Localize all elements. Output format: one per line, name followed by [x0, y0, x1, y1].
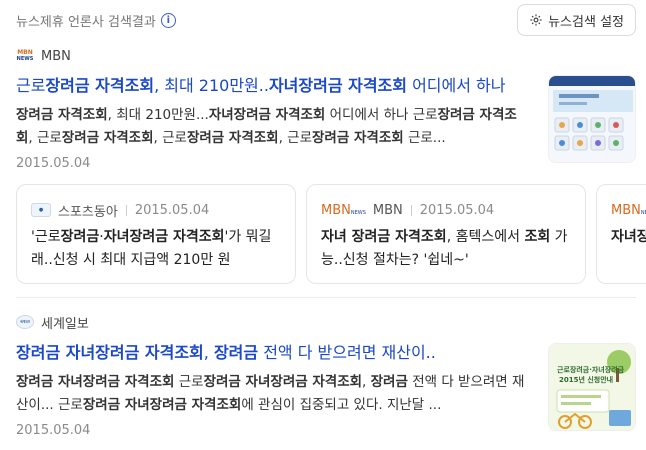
article-summary[interactable]: 장려금 자녀장려금 자격조회 근로장려금 자녀장려금 자격조회, 장려금 전액 … — [16, 371, 531, 417]
article-title[interactable]: 장려금 자녀장려금 자격조회, 장려금 전액 다 받으려면 재산이.. — [16, 341, 536, 365]
mbn-logo-icon: MBNNEWS — [611, 202, 646, 218]
info-icon[interactable]: i — [160, 12, 176, 28]
news-article: 세계일보 세계일보 장려금 자녀장려금 자격조회, 장려금 전액 다 받으려면 … — [16, 313, 636, 438]
highlighted-keyword: 장려금 자격조회 — [186, 130, 279, 146]
highlighted-keyword: 자녀장려금 — [611, 229, 646, 245]
text-segment: , 홈텍스에서 — [446, 229, 525, 245]
highlighted-keyword: 장려금 자녀장려금 자격조회 — [16, 343, 204, 362]
press-info[interactable]: MBN NEWS MBN — [16, 47, 636, 65]
sportsdonga-logo-icon: ● — [31, 203, 51, 217]
news-search-settings-button[interactable]: 뉴스검색 설정 — [517, 4, 636, 36]
highlighted-keyword: 장려금 자격조회 — [45, 76, 155, 95]
text-segment: , — [362, 374, 371, 390]
article-summary[interactable]: 장려금 자격조회, 최대 210만원...자녀장려금 자격조회 어디에서 하나 … — [16, 104, 531, 150]
card-date: 2015.05.04 — [419, 202, 495, 218]
mbn-logo-icon: MBNNEWS — [321, 202, 366, 218]
thumb-text-1: 근로장려금·자녀장려금 — [557, 365, 625, 374]
highlighted-keyword: 장려금 자녀장려금 자격조회 — [16, 374, 175, 390]
press-name[interactable]: 세계일보 — [41, 313, 89, 332]
news-article: MBN NEWS MBN 근로장려금 자격조회, 최대 210만원..자녀장려금 … — [16, 47, 636, 171]
text-segment: 근로 — [16, 76, 46, 95]
text-segment: 어디에서 하나 근로 — [325, 107, 438, 123]
settings-label: 뉴스검색 설정 — [548, 14, 624, 30]
card-date: 2015.05.04 — [134, 202, 210, 218]
highlighted-keyword: 장려금 자격조회 — [351, 229, 447, 245]
press-name[interactable]: MBN — [373, 203, 403, 218]
card-title[interactable]: 자녀 장려금 자격조회, 홈텍스에서 조회 가능..신청 절차는? '쉽네~' — [321, 226, 571, 272]
highlighted-keyword: 장려금 — [60, 229, 100, 245]
highlighted-keyword: 장려금 자녀장려금 자격조회 — [203, 374, 363, 390]
text-segment: 전액 다 받으려면 재산이.. — [258, 343, 436, 362]
related-news-card[interactable]: MBNNEWS M 자녀장려금 자격조회 — [596, 184, 646, 284]
text-segment: , 최대 210만원... — [107, 107, 209, 123]
press-name[interactable]: 스포츠동아 — [58, 201, 118, 220]
related-news-card[interactable]: ● 스포츠동아 2015.05.04 '근로장려금·자녀장려금 자격조회'가 뭐… — [16, 184, 296, 284]
article-date: 2015.05.04 — [16, 156, 91, 171]
highlighted-keyword: 자녀장려금 자격조회 — [103, 229, 225, 245]
highlighted-keyword: 자녀장려금 자격조회 — [208, 107, 326, 123]
text-segment: 근로 — [174, 374, 204, 390]
press-info[interactable]: 세계일보 세계일보 — [16, 313, 636, 332]
text-segment: , 근로 — [153, 130, 187, 146]
text-segment: 근로... — [403, 130, 446, 146]
text-segment: '근로 — [31, 229, 61, 245]
press-name[interactable]: MBN — [41, 49, 71, 64]
divider — [16, 297, 636, 298]
article-date: 2015.05.04 — [16, 423, 91, 438]
text-segment: , 근로 — [278, 130, 313, 146]
highlighted-keyword: 장려금 자녀장려금 자격조회 — [82, 397, 242, 413]
related-news-card[interactable]: MBNNEWS MBN 2015.05.04 자녀 장려금 자격조회, 홈텍스에… — [306, 184, 586, 284]
text-segment: , 근로 — [28, 130, 62, 146]
related-news-cluster: ● 스포츠동아 2015.05.04 '근로장려금·자녀장려금 자격조회'가 뭐… — [16, 184, 646, 284]
highlighted-keyword: 자녀장려금 자격조회 — [268, 76, 407, 95]
card-title[interactable]: '근로장려금·자녀장려금 자격조회'가 뭐길래..신청 시 최대 지급액 210… — [31, 226, 281, 272]
text-segment: 에 관심이 집중되고 있다. 지난달 ... — [241, 397, 442, 413]
card-title[interactable]: 자녀장려금 자격조회 — [611, 226, 646, 272]
thumb-text-2: 2015년 신청안내 — [559, 375, 613, 384]
text-segment: , 최대 210만원.. — [154, 76, 269, 95]
article-thumbnail[interactable] — [548, 75, 636, 163]
article-title[interactable]: 근로장려금 자격조회, 최대 210만원..자녀장려금 자격조회 어디에서 하나 — [16, 74, 536, 98]
highlighted-keyword: 조회 — [524, 229, 551, 245]
gear-icon — [530, 14, 542, 26]
highlighted-keyword: 장려금 자격조회 — [61, 130, 154, 146]
highlighted-keyword: 장려금 — [213, 343, 259, 362]
segye-logo-icon: 세계일보 — [16, 315, 34, 329]
mbn-logo-icon: MBNNEWS — [16, 49, 34, 63]
highlighted-keyword: 장려금 자격조회 — [16, 107, 108, 123]
highlighted-keyword: 자녀 — [321, 229, 352, 245]
highlighted-keyword: 장려금 자격조회 — [312, 130, 404, 146]
header-label: 뉴스제휴 언론사 검색결과 — [16, 14, 156, 30]
news-partner-header: 뉴스제휴 언론사 검색결과 i — [16, 8, 176, 32]
article-thumbnail[interactable]: 근로장려금·자녀장려금 2015년 신청안내 — [548, 343, 636, 431]
text-segment: 어디에서 하나 — [407, 76, 506, 95]
highlighted-keyword: 장려금 — [370, 374, 408, 390]
text-segment: , — [203, 343, 214, 362]
